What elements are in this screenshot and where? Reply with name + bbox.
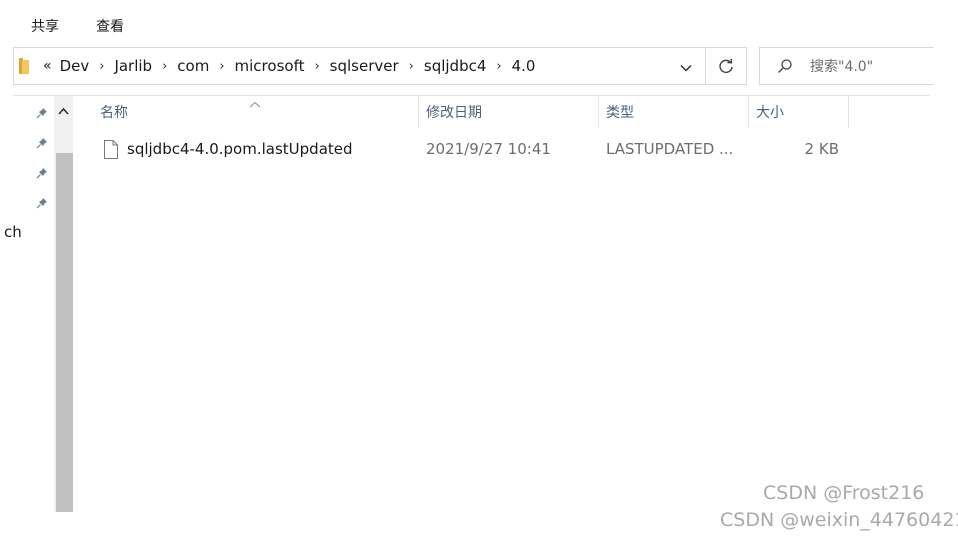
breadcrumb-sqljdbc4[interactable]: sqljdbc4 [424, 57, 487, 75]
column-header-date-label: 修改日期 [426, 105, 482, 121]
ribbon-tab-share[interactable]: 共享 [31, 16, 59, 36]
column-divider[interactable] [848, 96, 849, 128]
breadcrumb-overflow[interactable]: « [43, 58, 52, 74]
file-size: 2 KB [804, 140, 839, 158]
column-header-name-label: 名称 [100, 105, 128, 121]
chevron-right-icon[interactable]: › [99, 59, 104, 74]
column-header-name[interactable]: 名称 [92, 96, 418, 128]
pin-icon[interactable] [36, 104, 48, 119]
breadcrumb-sqlserver[interactable]: sqlserver [330, 57, 399, 75]
refresh-icon [717, 57, 735, 75]
nav-scrollbar-thumb[interactable] [56, 153, 73, 512]
file-icon [104, 140, 118, 159]
pin-icon[interactable] [36, 164, 48, 179]
scroll-up-icon[interactable] [57, 101, 70, 115]
chevron-right-icon[interactable]: › [219, 59, 224, 74]
column-header-date[interactable]: 修改日期 [418, 96, 598, 128]
column-header-size[interactable]: 大小 [748, 96, 848, 128]
search-icon [777, 58, 793, 74]
file-name[interactable]: sqljdbc4-4.0.pom.lastUpdated [127, 140, 353, 158]
column-header-size-label: 大小 [756, 105, 784, 121]
column-header-type[interactable]: 类型 [598, 96, 748, 128]
chevron-right-icon[interactable]: › [314, 59, 319, 74]
file-type: LASTUPDATED ... [606, 140, 734, 158]
chevron-right-icon[interactable]: › [162, 59, 167, 74]
folder-icon [19, 58, 29, 74]
search-box[interactable]: 搜索"4.0" [759, 47, 934, 85]
watermark-line-1: CSDN @Frost216 [763, 482, 925, 504]
pin-icon[interactable] [36, 194, 48, 209]
nav-item-partial[interactable]: ch [4, 223, 22, 241]
file-explorer-window: 共享 查看 « Dev › Jarlib › com › microsoft ›… [0, 0, 958, 540]
pin-icon[interactable] [36, 134, 48, 149]
breadcrumb-microsoft[interactable]: microsoft [235, 57, 305, 75]
breadcrumb-4-0[interactable]: 4.0 [512, 57, 536, 75]
file-date: 2021/9/27 10:41 [426, 140, 551, 158]
ribbon-tab-view[interactable]: 查看 [96, 16, 124, 36]
search-input[interactable]: 搜索"4.0" [810, 56, 873, 76]
chevron-right-icon[interactable]: › [409, 59, 414, 74]
breadcrumb-dev[interactable]: Dev [60, 57, 90, 75]
column-header-type-label: 类型 [606, 105, 634, 121]
watermark-line-2: CSDN @weixin_44760421 [720, 509, 958, 531]
nav-item-clip: ch [0, 223, 24, 243]
address-bar[interactable]: « Dev › Jarlib › com › microsoft › sqlse… [13, 47, 705, 85]
refresh-button[interactable] [705, 47, 747, 85]
breadcrumb-com[interactable]: com [177, 57, 209, 75]
breadcrumb-jarlib[interactable]: Jarlib [114, 57, 152, 75]
chevron-down-icon[interactable] [679, 60, 693, 74]
chevron-right-icon[interactable]: › [496, 59, 501, 74]
